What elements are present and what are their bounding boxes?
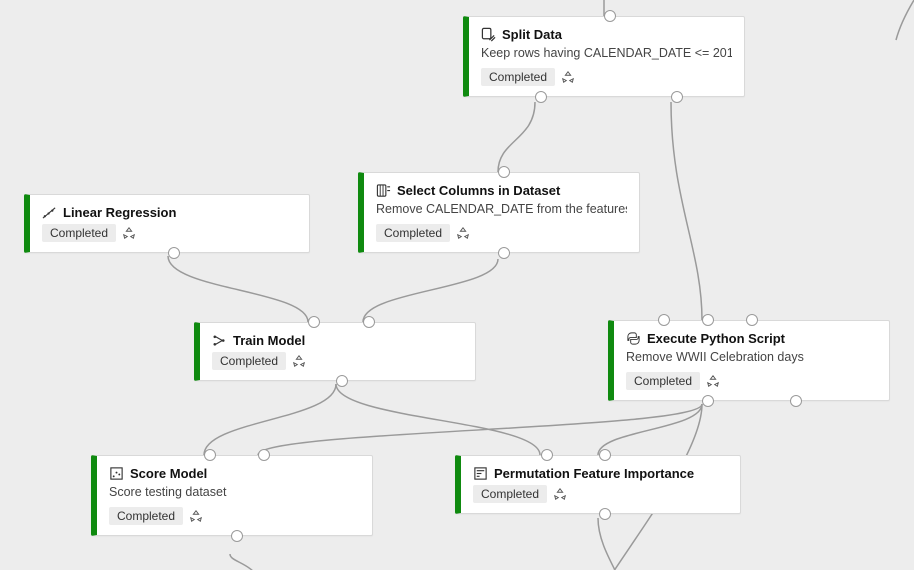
status-badge: Completed <box>481 68 555 86</box>
status-badge: Completed <box>473 485 547 503</box>
input-port-3[interactable] <box>746 314 758 326</box>
reuse-icon <box>456 226 470 240</box>
input-port-2[interactable] <box>258 449 270 461</box>
output-port-1[interactable] <box>535 91 547 103</box>
input-port-1[interactable] <box>308 316 320 328</box>
node-title: Select Columns in Dataset <box>397 183 560 198</box>
reuse-icon <box>122 226 136 240</box>
node-subtitle: Remove WWII Celebration days <box>626 350 877 364</box>
output-port-1[interactable] <box>702 395 714 407</box>
reuse-icon <box>561 70 575 84</box>
node-title: Execute Python Script <box>647 331 785 346</box>
node-split-data[interactable]: Split Data Keep rows having CALENDAR_DAT… <box>463 16 745 97</box>
node-title: Linear Regression <box>63 205 176 220</box>
status-badge: Completed <box>109 507 183 525</box>
output-port[interactable] <box>498 247 510 259</box>
node-linear-regression[interactable]: Linear Regression Completed <box>24 194 310 253</box>
reuse-icon <box>189 509 203 523</box>
input-port-2[interactable] <box>599 449 611 461</box>
node-train-model[interactable]: Train Model Completed <box>194 322 476 381</box>
output-port[interactable] <box>231 530 243 542</box>
node-permutation-feature-importance[interactable]: Permutation Feature Importance Completed <box>455 455 741 514</box>
reuse-icon <box>553 487 567 501</box>
status-badge: Completed <box>626 372 700 390</box>
node-subtitle: Remove CALENDAR_DATE from the features a… <box>376 202 627 216</box>
output-port-2[interactable] <box>790 395 802 407</box>
node-title: Train Model <box>233 333 305 348</box>
select-columns-icon <box>376 183 391 198</box>
input-port-2[interactable] <box>363 316 375 328</box>
input-port-2[interactable] <box>702 314 714 326</box>
score-model-icon <box>109 466 124 481</box>
input-port[interactable] <box>604 10 616 22</box>
output-port[interactable] <box>599 508 611 520</box>
input-port[interactable] <box>498 166 510 178</box>
split-data-icon <box>481 27 496 42</box>
node-title: Split Data <box>502 27 562 42</box>
node-score-model[interactable]: Score Model Score testing dataset Comple… <box>91 455 373 536</box>
reuse-icon <box>706 374 720 388</box>
input-port-1[interactable] <box>658 314 670 326</box>
status-badge: Completed <box>376 224 450 242</box>
node-subtitle: Keep rows having CALENDAR_DATE <= 2015- <box>481 46 732 60</box>
feature-importance-icon <box>473 466 488 481</box>
output-port[interactable] <box>168 247 180 259</box>
node-title: Permutation Feature Importance <box>494 466 694 481</box>
python-script-icon <box>626 331 641 346</box>
output-port-2[interactable] <box>671 91 683 103</box>
input-port-1[interactable] <box>204 449 216 461</box>
node-select-columns[interactable]: Select Columns in Dataset Remove CALENDA… <box>358 172 640 253</box>
status-badge: Completed <box>42 224 116 242</box>
status-badge: Completed <box>212 352 286 370</box>
train-model-icon <box>212 333 227 348</box>
output-port[interactable] <box>336 375 348 387</box>
pipeline-canvas[interactable]: Split Data Keep rows having CALENDAR_DAT… <box>0 0 914 570</box>
node-title: Score Model <box>130 466 207 481</box>
node-execute-python[interactable]: Execute Python Script Remove WWII Celebr… <box>608 320 890 401</box>
node-subtitle: Score testing dataset <box>109 485 360 499</box>
input-port-1[interactable] <box>541 449 553 461</box>
reuse-icon <box>292 354 306 368</box>
linear-regression-icon <box>42 205 57 220</box>
